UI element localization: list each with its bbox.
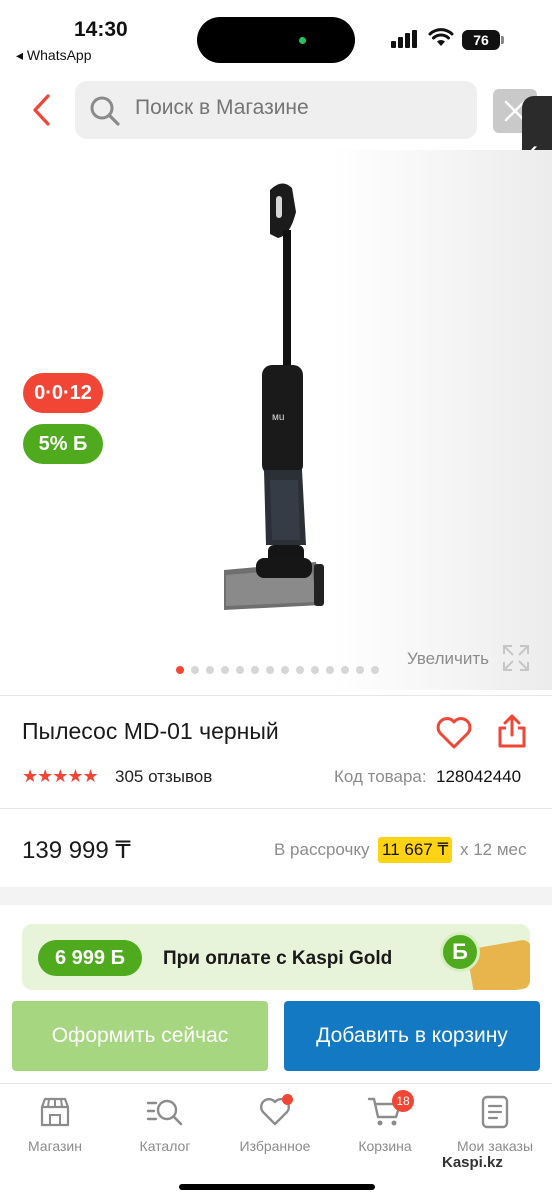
bonus-badge: 5% Б [23, 424, 103, 464]
search-icon [90, 96, 120, 126]
nav-label: Каталог [139, 1138, 191, 1154]
product-price: 139 999 ₸ [22, 837, 131, 864]
home-indicator[interactable] [179, 1184, 375, 1190]
dynamic-island [197, 17, 355, 63]
pagination-dot[interactable] [191, 666, 199, 674]
pagination-dot[interactable] [176, 666, 184, 674]
pagination-dot[interactable] [296, 666, 304, 674]
svg-text:ᴍu: ᴍu [272, 412, 284, 423]
favorite-heart-icon[interactable] [435, 715, 473, 751]
pagination-dot[interactable] [206, 666, 214, 674]
divider [0, 808, 552, 809]
installment-label: В рассрочку [274, 840, 370, 859]
zoom-label[interactable]: Увеличить [407, 649, 489, 669]
reviews-link[interactable]: 305 отзывов [115, 767, 212, 787]
nav-label: Избранное [239, 1138, 311, 1154]
pagination-dot[interactable] [311, 666, 319, 674]
pagination-dot[interactable] [266, 666, 274, 674]
pagination-dot[interactable] [371, 666, 379, 674]
catalog-icon [146, 1099, 183, 1126]
section-separator [0, 887, 552, 905]
pagination-dot[interactable] [221, 666, 229, 674]
camera-indicator-icon [299, 37, 306, 44]
nav-item-store[interactable]: Магазин [0, 1094, 110, 1154]
installment-amount: 11 667 ₸ [378, 837, 453, 863]
nav-item-favorites[interactable]: Избранное [220, 1094, 330, 1154]
gold-bonus-pill: 6 999 Б [38, 940, 142, 976]
add-to-cart-button[interactable]: Добавить в корзину [284, 1001, 540, 1071]
product-photo[interactable]: ᴍu [0, 150, 552, 690]
image-pagination-dots[interactable] [176, 666, 379, 676]
orders-icon [481, 1095, 509, 1129]
back-button[interactable] [28, 92, 56, 128]
nav-item-cart[interactable]: 18 Корзина [330, 1090, 440, 1154]
pagination-dot[interactable] [251, 666, 259, 674]
battery-tip [501, 36, 504, 44]
kaspi-gold-banner[interactable]: 6 999 Б При оплате с Kaspi Gold Б [22, 924, 530, 990]
product-title: Пылесос MD-01 черный [22, 718, 279, 744]
gold-banner-text: При оплате с Kaspi Gold [163, 948, 393, 969]
installment-months: х 12 мес [460, 840, 527, 859]
product-code-label: Код товара: [334, 767, 427, 786]
search-bar[interactable] [75, 81, 477, 139]
cart-count-badge: 18 [392, 1090, 414, 1112]
buy-now-button[interactable]: Оформить сейчас [12, 1001, 268, 1071]
expand-icon[interactable] [502, 644, 530, 672]
bottom-navigation: Магазин Каталог Избранное 18 Корзина Мои… [0, 1083, 552, 1200]
product-code-value: 128042440 [436, 767, 522, 786]
pagination-dot[interactable] [236, 666, 244, 674]
pagination-dot[interactable] [341, 666, 349, 674]
search-input[interactable] [135, 96, 455, 120]
back-to-app-link[interactable]: ◂ WhatsApp [16, 47, 92, 64]
nav-label: Корзина [358, 1138, 412, 1154]
store-icon [40, 1097, 70, 1127]
pagination-dot[interactable] [356, 666, 364, 674]
favorites-notification-dot [282, 1094, 293, 1105]
nav-item-catalog[interactable]: Каталог [110, 1094, 220, 1154]
status-bar: 14:30 ◂ WhatsApp 76 [0, 0, 552, 70]
kaspi-watermark: Kaspi.kz [442, 1154, 503, 1171]
nav-label: Мои заказы [456, 1138, 534, 1154]
nav-item-orders[interactable]: Мои заказы [440, 1094, 550, 1154]
installment-badge: 0·0·12 [23, 373, 103, 413]
nav-label: Магазин [27, 1138, 82, 1154]
status-time: 14:30 [74, 18, 128, 41]
wifi-icon [428, 28, 454, 46]
bonus-coin-icon: Б [440, 932, 480, 972]
rating-stars: ★★★★★ [22, 766, 99, 786]
battery-icon: 76 [462, 30, 500, 50]
signal-icon [391, 30, 419, 48]
pagination-dot[interactable] [281, 666, 289, 674]
pagination-dot[interactable] [326, 666, 334, 674]
divider [0, 695, 552, 696]
share-icon[interactable] [497, 713, 527, 749]
